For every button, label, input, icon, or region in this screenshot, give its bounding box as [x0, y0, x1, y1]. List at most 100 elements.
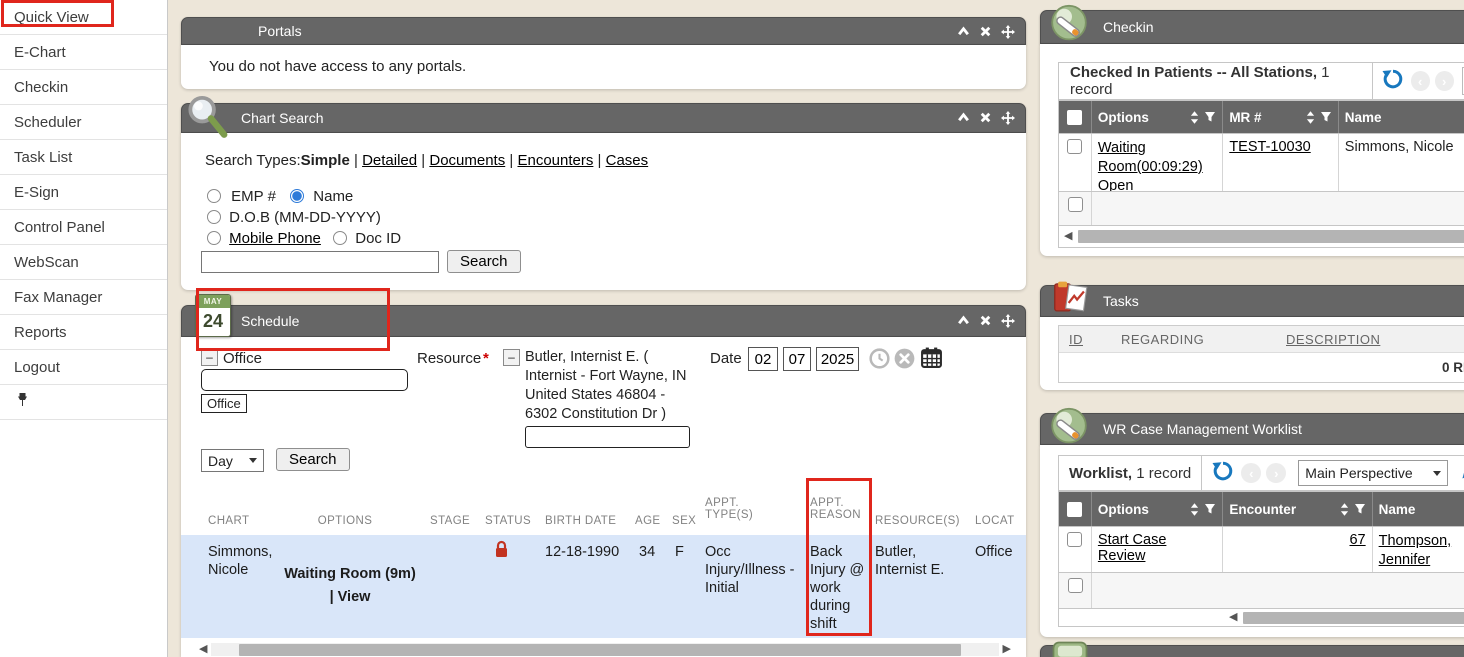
column-header-description[interactable]: DESCRIPTION — [1286, 332, 1380, 347]
radio-doc-id[interactable] — [333, 231, 347, 245]
clear-date-icon[interactable] — [894, 348, 915, 374]
prev-page-icon[interactable]: ‹ — [1411, 71, 1430, 91]
column-header[interactable]: APPT. REASON — [810, 497, 862, 521]
sidebar-item-e-sign[interactable]: E-Sign — [0, 175, 167, 210]
view-select[interactable]: Day — [201, 449, 264, 472]
scrollbar-thumb[interactable] — [239, 644, 961, 656]
close-icon[interactable] — [979, 25, 992, 39]
sidebar-item-reports[interactable]: Reports — [0, 315, 167, 350]
column-header[interactable]: RESOURCE(S) — [875, 515, 960, 527]
sidebar-item-scheduler[interactable]: Scheduler — [0, 105, 167, 140]
edit-pencil-icon[interactable]: ✎ — [1460, 461, 1464, 486]
worklist-panel: WR Case Management Worklist Worklist, 1 … — [1040, 413, 1464, 637]
encounter-link[interactable]: 67 — [1349, 532, 1365, 548]
column-header[interactable]: CHART — [208, 515, 249, 527]
sidebar: Quick View E-Chart Checkin Scheduler Tas… — [0, 0, 168, 657]
resource-input[interactable] — [525, 426, 690, 448]
radio-name[interactable] — [290, 189, 304, 203]
resource-collapse-button[interactable]: – — [503, 349, 520, 366]
scroll-left-arrow[interactable]: ◀ — [1064, 231, 1072, 242]
calendar-picker-icon[interactable] — [920, 346, 943, 374]
chart-search-input[interactable] — [201, 251, 439, 273]
next-page-icon[interactable]: › — [1266, 463, 1286, 483]
prev-page-icon[interactable]: ‹ — [1241, 463, 1261, 483]
column-header-id[interactable]: ID — [1069, 332, 1083, 347]
office-collapse-button[interactable]: – — [201, 349, 218, 366]
close-icon[interactable] — [979, 111, 992, 125]
radio-mobile-phone[interactable] — [207, 231, 221, 245]
radio-emp[interactable] — [207, 189, 221, 203]
options-waiting-room-link[interactable]: Waiting Room (9m) — [265, 565, 435, 583]
sidebar-item-webscan[interactable]: WebScan — [0, 245, 167, 280]
search-type-cases[interactable]: Cases — [606, 152, 649, 169]
column-header-encounter[interactable]: Encounter — [1229, 502, 1296, 517]
move-icon[interactable] — [1001, 314, 1015, 328]
search-type-detailed[interactable]: Detailed — [362, 152, 417, 169]
move-icon[interactable] — [1001, 111, 1015, 125]
sidebar-item-logout[interactable]: Logout — [0, 350, 167, 385]
radio-dob[interactable] — [207, 210, 221, 224]
column-header-options[interactable]: Options — [1098, 110, 1149, 125]
column-header[interactable]: OPTIONS — [265, 515, 425, 527]
column-header[interactable]: STATUS — [485, 515, 531, 527]
sidebar-item-e-chart[interactable]: E-Chart — [0, 35, 167, 70]
scroll-left-arrow[interactable]: ◀ — [199, 644, 207, 655]
select-all-checkbox[interactable] — [1067, 110, 1082, 125]
date-month-input[interactable] — [748, 347, 778, 371]
select-all-checkbox[interactable] — [1067, 502, 1082, 517]
row-checkbox[interactable] — [1067, 139, 1082, 154]
column-header[interactable]: LOCAT — [975, 515, 1015, 527]
start-case-review-link[interactable]: Start Case Review — [1098, 532, 1167, 564]
row-checkbox[interactable] — [1068, 197, 1083, 212]
scroll-right-arrow[interactable]: ▶ — [1003, 644, 1011, 655]
checkin-mr-link[interactable]: TEST-10030 — [1229, 139, 1310, 155]
date-day-input[interactable] — [783, 347, 811, 371]
collapse-icon[interactable] — [957, 25, 970, 39]
refresh-icon[interactable] — [1382, 68, 1404, 95]
search-type-simple[interactable]: Simple — [301, 152, 350, 169]
row-checkbox[interactable] — [1067, 532, 1082, 547]
options-view-link[interactable]: | View — [265, 588, 435, 606]
worklist-hscrollbar[interactable]: ◀ — [1059, 608, 1464, 626]
scrollbar-thumb[interactable] — [1078, 230, 1464, 243]
column-header[interactable]: SEX — [672, 515, 696, 527]
sidebar-item-fax-manager[interactable]: Fax Manager — [0, 280, 167, 315]
sidebar-pin-toggle[interactable] — [0, 385, 167, 420]
radio-mobile-phone-label[interactable]: Mobile Phone — [229, 230, 321, 247]
date-year-input[interactable] — [816, 347, 859, 371]
perspective-select[interactable]: Main Perspective — [1298, 460, 1448, 486]
sidebar-item-quick-view[interactable]: Quick View — [0, 0, 167, 35]
filter-icon — [1354, 503, 1366, 515]
scroll-left-arrow[interactable]: ◀ — [1229, 612, 1237, 623]
column-header-mr[interactable]: MR # — [1229, 110, 1261, 125]
close-icon[interactable] — [979, 314, 992, 328]
next-page-icon[interactable]: › — [1435, 71, 1454, 91]
sidebar-item-task-list[interactable]: Task List — [0, 140, 167, 175]
column-header[interactable]: STAGE — [430, 515, 470, 527]
worklist-name-link[interactable]: Thompson, Jennifer — [1379, 532, 1464, 570]
scrollbar-thumb[interactable] — [1243, 612, 1464, 624]
column-header-name[interactable]: Name — [1379, 502, 1416, 517]
column-header-options[interactable]: Options — [1098, 502, 1149, 517]
column-header[interactable]: BIRTH DATE — [545, 515, 616, 527]
column-header[interactable]: AGE — [635, 515, 661, 527]
search-type-documents[interactable]: Documents — [429, 152, 505, 169]
time-icon[interactable] — [869, 348, 890, 374]
chart-search-button[interactable]: Search — [447, 250, 521, 273]
checkin-hscrollbar[interactable]: ◀ — [1059, 225, 1464, 247]
move-icon[interactable] — [1001, 25, 1015, 39]
checkin-options-link[interactable]: Waiting Room(00:09:29) Open — [1091, 134, 1222, 191]
column-header[interactable]: APPT. TYPE(S) — [705, 497, 767, 521]
refresh-icon[interactable] — [1212, 460, 1234, 487]
column-header-name[interactable]: Name — [1345, 110, 1382, 125]
row-checkbox[interactable] — [1068, 578, 1083, 593]
appointment-row[interactable]: Simmons, Nicole Waiting Room (9m) | View… — [181, 535, 1026, 638]
sidebar-item-control-panel[interactable]: Control Panel — [0, 210, 167, 245]
collapse-icon[interactable] — [957, 314, 970, 328]
office-input[interactable] — [201, 369, 408, 391]
schedule-search-button[interactable]: Search — [276, 448, 350, 471]
collapse-icon[interactable] — [957, 111, 970, 125]
search-type-encounters[interactable]: Encounters — [517, 152, 593, 169]
sidebar-item-checkin[interactable]: Checkin — [0, 70, 167, 105]
schedule-hscrollbar[interactable]: ◀ ▶ — [199, 642, 1011, 657]
